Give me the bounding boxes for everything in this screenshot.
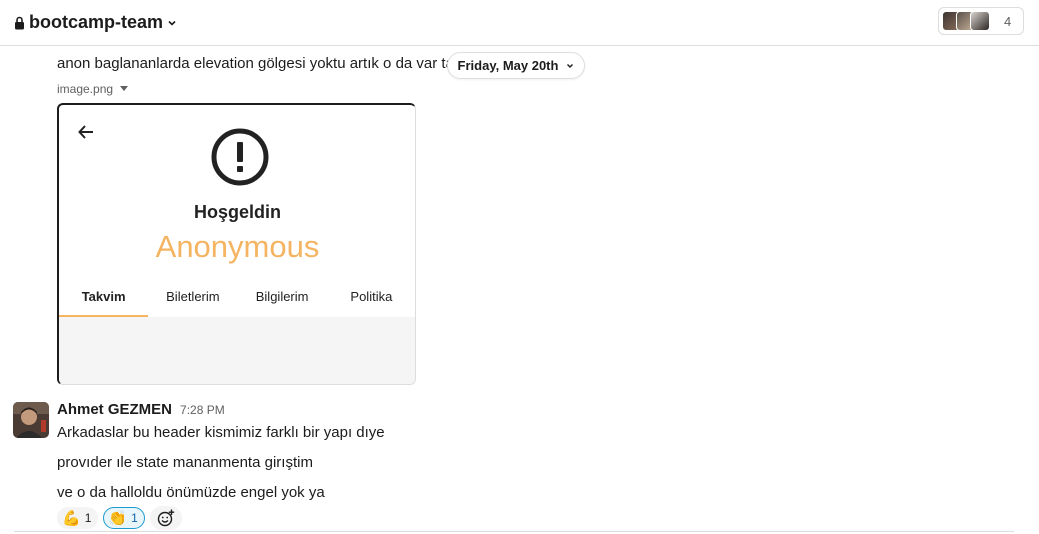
- welcome-text: Hoşgeldin: [193, 202, 281, 222]
- message-header: Ahmet GEZMEN 7:28 PM: [57, 401, 225, 418]
- member-avatar: [970, 11, 990, 31]
- flexed-biceps-icon: 💪: [62, 509, 81, 527]
- message-line: ve o da halloldu önümüzde engel yok ya: [57, 484, 325, 501]
- message-timestamp[interactable]: 7:28 PM: [180, 403, 225, 417]
- date-label: Friday, May 20th: [457, 58, 559, 73]
- chevron-down-icon: [567, 63, 574, 68]
- reaction-count: 1: [84, 511, 92, 525]
- reaction-clapping-hands[interactable]: 👏 1: [103, 507, 145, 529]
- avatar[interactable]: [13, 402, 49, 438]
- message-text: anon baglananlarda elevation gölgesi yok…: [57, 55, 463, 72]
- back-arrow-icon: [78, 125, 93, 139]
- tab-bar: Takvim Biletlerim Bilgilerim Politika: [59, 275, 415, 317]
- attachment-name: image.png: [57, 82, 114, 96]
- attachment-filename[interactable]: image.png: [57, 82, 129, 96]
- channel-name: bootcamp-team: [29, 12, 164, 32]
- divider: [14, 531, 1014, 532]
- add-emoji-icon: [157, 509, 174, 527]
- members-button[interactable]: 4: [938, 7, 1024, 35]
- reaction-count: 1: [131, 511, 138, 525]
- date-divider-button[interactable]: Friday, May 20th: [447, 52, 585, 79]
- reaction-flexed-biceps[interactable]: 💪 1: [57, 507, 99, 529]
- user-name-text: Anonymous: [155, 229, 320, 264]
- alert-circle-icon: [211, 128, 269, 186]
- add-reaction-button[interactable]: [149, 506, 182, 530]
- image-attachment[interactable]: Hoşgeldin Anonymous Takvim Biletlerim Bi…: [57, 103, 416, 385]
- tab-biletlerim: Biletlerim: [166, 288, 220, 304]
- message-line: provıder ıle state mananmenta girıştim: [57, 454, 313, 471]
- tab-takvim: Takvim: [59, 275, 149, 317]
- member-count: 4: [1004, 13, 1012, 29]
- channel-name-button[interactable]: bootcamp-team: [14, 12, 177, 33]
- tab-politika: Politika: [350, 288, 393, 304]
- clapping-hands-icon: 👏: [108, 509, 128, 527]
- chevron-down-icon: [168, 20, 176, 26]
- channel-header: bootcamp-team 4: [0, 0, 1039, 46]
- avatar-image: [13, 402, 49, 438]
- lock-icon: [15, 16, 24, 29]
- content-area: [59, 317, 415, 384]
- message-line: Arkadaslar bu header kismimiz farklı bir…: [57, 424, 385, 441]
- tab-bilgilerim: Bilgilerim: [255, 288, 309, 304]
- reactions-bar: 💪 1 👏 1: [57, 506, 182, 530]
- author-name[interactable]: Ahmet GEZMEN: [57, 401, 172, 418]
- caret-down-icon: [120, 86, 129, 91]
